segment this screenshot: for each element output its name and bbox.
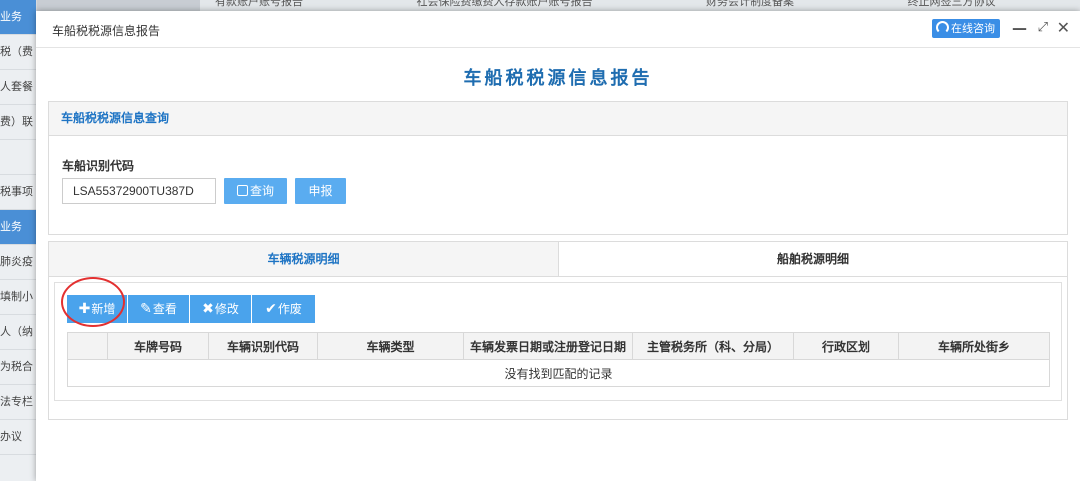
sidebar-item[interactable]: 办议 [0, 420, 36, 455]
sidebar-item[interactable]: 为税合 [0, 350, 36, 385]
vin-field-label: 车船识别代码 [62, 159, 135, 173]
query-panel: 车船税税源信息查询 车船识别代码 LSA55372900TU387D 查询 申报 [48, 101, 1068, 235]
vehicle-table: 车牌号码 车辆识别代码 车辆类型 车辆发票日期或注册登记日期 主管税务所（科、分… [67, 332, 1050, 387]
sidebar-item[interactable]: 填制小 [0, 280, 36, 315]
sidebar-item[interactable]: 税事项 [0, 175, 36, 210]
modal-title: 车船税税源信息报告 [52, 24, 161, 38]
empty-message: 没有找到匹配的记录 [67, 359, 1050, 387]
view-button[interactable]: ✎查看 [128, 295, 189, 323]
top-link[interactable]: 财务会计制度备案 [706, 0, 794, 8]
sidebar-item[interactable]: 人套餐 [0, 70, 36, 105]
top-link[interactable]: 终止网签三方协议 [908, 0, 996, 8]
cross-icon: ✖ [202, 301, 214, 317]
query-button[interactable]: 查询 [224, 178, 287, 204]
background-top-links: 有款账户账号报告 社会保险费缴费人存款账户账号报告 财务会计制度备案 终止网签三… [215, 0, 1080, 8]
check-icon: ✔ [265, 301, 277, 317]
detail-panel: 车辆税源明细 船舶税源明细 ✚新增 ✎查看 ✖修改 ✔作废 车牌号码 车辆识别代… [48, 241, 1068, 420]
sidebar-item[interactable]: 人（纳 [0, 315, 36, 350]
sidebar-item[interactable]: 费）联 [0, 105, 36, 140]
column-header[interactable]: 车辆所处街乡 [898, 332, 1050, 360]
sidebar-item[interactable]: 税（费 [0, 35, 36, 70]
maximize-icon[interactable]: ⤢ [1038, 17, 1048, 39]
void-button-label: 作废 [277, 302, 302, 316]
table-row: 没有找到匹配的记录 [67, 359, 1050, 387]
query-button-label: 查询 [249, 184, 274, 198]
check-square-icon [236, 185, 248, 196]
select-column-header[interactable] [67, 332, 108, 360]
close-icon[interactable]: ✕ [1057, 17, 1070, 39]
column-header[interactable]: 行政区划 [793, 332, 899, 360]
background-sidebar: 业务 税（费 人套餐 费）联 税事项 业务 肺炎疫 填制小 人（纳 为税合 法专… [0, 0, 37, 481]
edit-button[interactable]: ✖修改 [190, 295, 251, 323]
declare-button[interactable]: 申报 [295, 178, 346, 204]
column-header[interactable]: 主管税务所（科、分局） [632, 332, 794, 360]
top-link[interactable]: 社会保险费缴费人存款账户账号报告 [417, 0, 593, 8]
view-button-label: 查看 [152, 302, 177, 316]
modal-header[interactable]: 车船税税源信息报告 在线咨询 — ⤢ ✕ [36, 11, 1080, 48]
tab-vehicle-details[interactable]: 车辆税源明细 [49, 242, 559, 276]
vehicle-details-container: ✚新增 ✎查看 ✖修改 ✔作废 车牌号码 车辆识别代码 车辆类型 车辆发票日期或… [54, 282, 1062, 401]
vin-input[interactable]: LSA55372900TU387D [62, 178, 216, 204]
query-panel-heading: 车船税税源信息查询 [49, 102, 1067, 136]
sidebar-item[interactable]: 业务 [0, 210, 36, 245]
top-link[interactable]: 有款账户账号报告 [215, 0, 303, 8]
column-header[interactable]: 车辆发票日期或注册登记日期 [463, 332, 633, 360]
edit-button-label: 修改 [214, 302, 239, 316]
pencil-icon: ✎ [140, 301, 152, 317]
detail-tabs: 车辆税源明细 船舶税源明细 [49, 242, 1067, 277]
online-consult-button[interactable]: 在线咨询 [932, 19, 1000, 38]
void-button[interactable]: ✔作废 [252, 295, 315, 323]
sidebar-item[interactable] [0, 140, 36, 175]
column-header[interactable]: 车辆识别代码 [208, 332, 318, 360]
page-title: 车船税税源信息报告 [463, 68, 653, 89]
report-modal: 车船税税源信息报告 在线咨询 — ⤢ ✕ 车船税税源信息报告 车船税税源信息查询… [36, 11, 1080, 481]
tab-vessel-details[interactable]: 船舶税源明细 [559, 242, 1067, 276]
sidebar-item[interactable]: 肺炎疫 [0, 245, 36, 280]
table-header-row: 车牌号码 车辆识别代码 车辆类型 车辆发票日期或注册登记日期 主管税务所（科、分… [67, 332, 1050, 360]
online-consult-label: 在线咨询 [951, 22, 995, 35]
minimize-icon[interactable]: — [1012, 17, 1027, 39]
headset-icon [936, 21, 949, 34]
column-header[interactable]: 车牌号码 [107, 332, 209, 360]
annotation-circle [61, 277, 125, 327]
sidebar-item[interactable]: 法专栏 [0, 385, 36, 420]
sidebar-item[interactable]: 业务 [0, 0, 36, 35]
column-header[interactable]: 车辆类型 [317, 332, 464, 360]
